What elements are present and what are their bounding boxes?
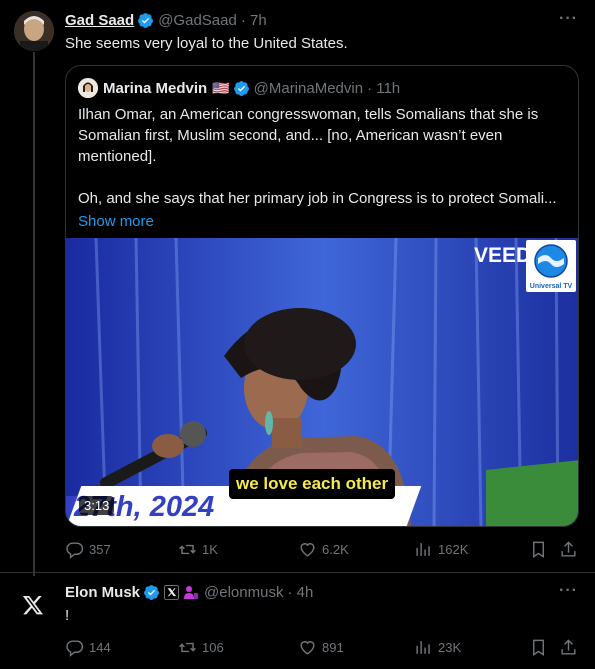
like-icon (300, 641, 315, 655)
like-count: 891 (322, 640, 344, 655)
quote-author-name[interactable]: Marina Medvin (103, 80, 207, 97)
verified-icon (144, 585, 159, 600)
bookmark-icon (533, 541, 544, 558)
video-duration: 3:13 (79, 496, 115, 515)
author-name[interactable]: Gad Saad (65, 12, 134, 29)
repost-button[interactable]: 106 (178, 638, 224, 657)
globe-icon (534, 244, 568, 278)
reply-button[interactable]: 357 (65, 540, 111, 559)
repost-count: 106 (202, 640, 224, 655)
reply-icon (66, 542, 84, 559)
more-icon[interactable]: ··· (559, 10, 578, 28)
channel-logo: Universal TV (526, 240, 576, 292)
quote-header: Marina Medvin 🇺🇸 @MarinaMedvin · 11h (78, 78, 400, 98)
repost-count: 1K (202, 542, 218, 557)
author-handle[interactable]: @GadSaad (158, 12, 237, 29)
affiliate-icon[interactable] (183, 585, 199, 601)
view-count: 23K (438, 640, 462, 655)
tweet-actions: 357 1K 6.2K 162K (65, 540, 579, 560)
quote-avatar (78, 78, 98, 98)
channel-logo-label: Universal TV (529, 283, 573, 290)
reply-count: 357 (89, 542, 111, 557)
view-count: 162K (438, 542, 469, 557)
share-icon (561, 541, 576, 557)
quote-handle[interactable]: @MarinaMedvin (254, 80, 363, 97)
x-logo-icon[interactable] (22, 594, 44, 616)
views-button[interactable]: 23K (414, 638, 461, 657)
quote-line: Oh, and she says that her primary job in… (78, 190, 557, 207)
share-button[interactable] (559, 638, 578, 662)
show-more-link[interactable]: Show more (78, 211, 570, 232)
watermark: VEED (474, 244, 532, 267)
reply-icon (66, 640, 84, 657)
tweet-actions: 144 106 891 23K (65, 638, 579, 658)
bookmark-button[interactable] (529, 540, 548, 564)
share-icon (561, 639, 576, 655)
views-icon (416, 641, 430, 654)
tweet-text: She seems very loyal to the United State… (65, 35, 348, 52)
reply-button[interactable]: 144 (65, 638, 111, 657)
quote-line (78, 167, 570, 188)
quote-line: Ilhan Omar, an American congresswoman, t… (78, 106, 539, 123)
like-button[interactable]: 891 (298, 638, 344, 657)
verified-icon (233, 80, 249, 96)
reply-count: 144 (89, 640, 111, 655)
tweet-text: ! (65, 607, 70, 624)
bookmark-icon (533, 639, 544, 656)
tweet-header: Elon Musk @elonmusk · 4h (65, 584, 313, 601)
like-icon (300, 543, 315, 557)
quoted-tweet[interactable]: Marina Medvin 🇺🇸 @MarinaMedvin · 11h Ilh… (65, 65, 579, 527)
like-button[interactable]: 6.2K (298, 540, 349, 559)
avatar[interactable] (14, 11, 54, 51)
more-icon[interactable]: ··· (559, 582, 578, 600)
tweet-time[interactable]: · 7h (241, 12, 267, 29)
tweet-header: Gad Saad @GadSaad · 7h (65, 12, 267, 29)
verified-icon (138, 13, 154, 28)
quote-text: Ilhan Omar, an American congresswoman, t… (78, 104, 570, 232)
views-button[interactable]: 162K (414, 540, 468, 559)
flag-icon: 🇺🇸 (212, 79, 230, 96)
video-player[interactable]: 27th, 2024 VEED Universal TV we love eac… (66, 238, 578, 526)
tweet-time[interactable]: · 4h (287, 584, 313, 601)
share-button[interactable] (559, 540, 578, 564)
thread-line (33, 52, 35, 576)
views-icon (416, 543, 430, 556)
quote-line: Somalian first, Muslim second, and... [n… (78, 127, 503, 144)
like-count: 6.2K (322, 542, 349, 557)
author-handle[interactable]: @elonmusk (204, 584, 283, 601)
repost-icon (179, 544, 196, 555)
video-caption: we love each other (229, 469, 396, 499)
x-affiliate-badge-icon[interactable] (164, 585, 180, 600)
bookmark-button[interactable] (529, 638, 548, 662)
quote-line: mentioned]. (78, 148, 157, 165)
repost-button[interactable]: 1K (178, 540, 218, 559)
tweet-gad-saad[interactable]: Gad Saad @GadSaad · 7h ··· She seems ver… (0, 0, 595, 576)
quote-time[interactable]: · 11h (367, 80, 400, 97)
repost-icon (179, 642, 196, 653)
author-name[interactable]: Elon Musk (65, 584, 140, 601)
